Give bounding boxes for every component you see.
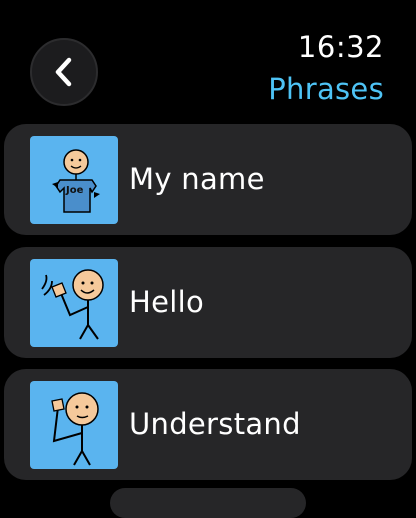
phrase-row-understand[interactable]: Understand [4,369,412,480]
next-row-partial [110,488,306,518]
phrase-label: My name [129,162,265,196]
phrase-row-hello[interactable]: Hello [4,247,412,358]
person-joe-shirt-icon: Joe [30,136,118,224]
back-button[interactable] [30,38,98,106]
clock: 16:32 [297,30,384,64]
person-pointing-head-icon [30,381,118,469]
phrase-label: Understand [129,407,301,441]
phrase-label: Hello [129,285,205,319]
page-title: Phrases [268,72,384,106]
chevron-left-icon [55,57,72,87]
shirt-badge-text: Joe [66,185,84,196]
person-waving-icon [30,259,118,347]
phrase-row-my-name[interactable]: Joe My name [4,124,412,235]
